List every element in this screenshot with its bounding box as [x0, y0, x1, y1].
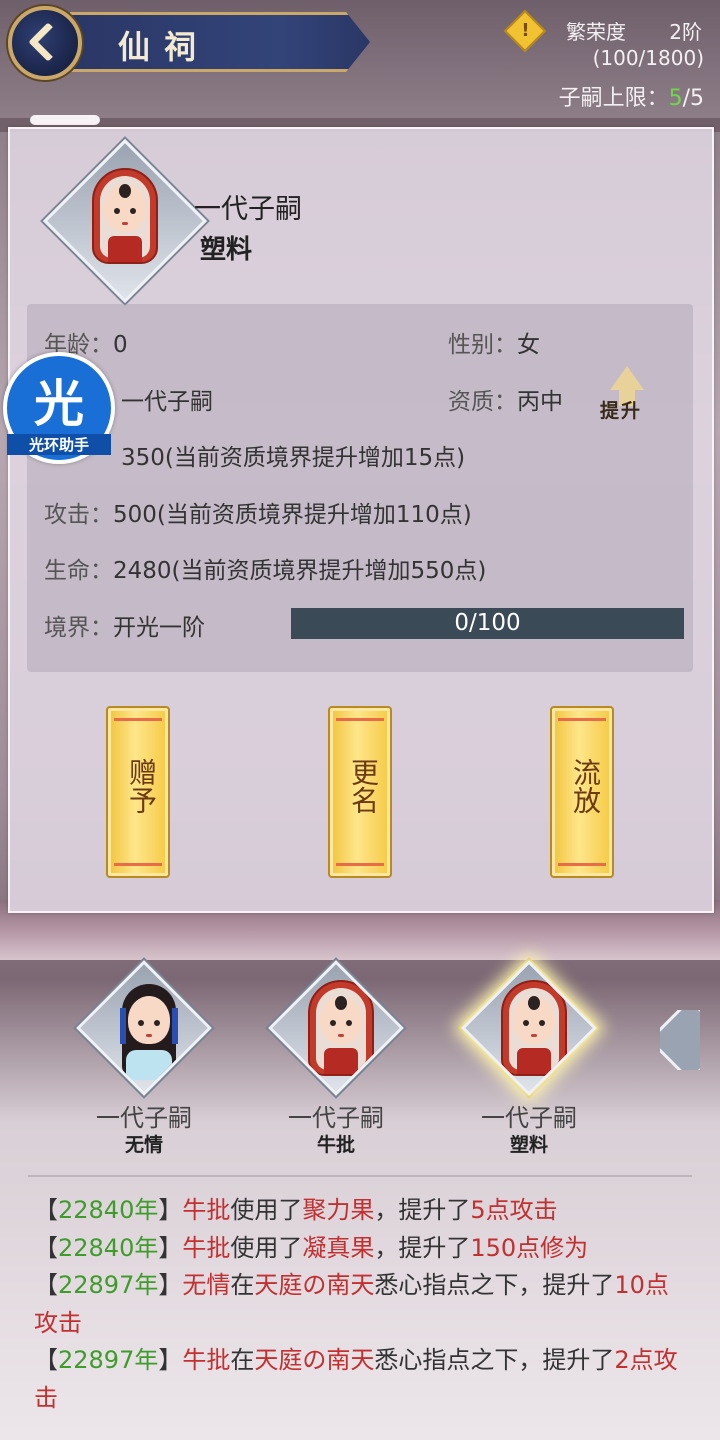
heir-limit: 子嗣上限：5/5: [559, 80, 704, 112]
roster-name: 一代子嗣: [288, 1104, 384, 1132]
log-heir: 无情: [182, 1271, 231, 1299]
log-year: 22840年: [58, 1233, 159, 1262]
attack-value: 500(当前资质境界提升增加110点): [113, 502, 472, 528]
hero-name: 一代子嗣: [194, 194, 302, 225]
exile-button[interactable]: 流放: [550, 706, 614, 878]
log-entry: 【22897年】牛批在天庭の南天悉心指点之下，提升了2点攻击: [34, 1346, 678, 1412]
log-year: 22897年: [58, 1271, 159, 1299]
log-item: 天庭の南天: [254, 1271, 375, 1299]
log-entry: 【22897年】无情在天庭の南天悉心指点之下，提升了10点攻击: [34, 1271, 669, 1337]
roster-nickname: 无情: [124, 1134, 163, 1156]
log-year: 22897年: [58, 1346, 159, 1374]
roster-nickname: 牛批: [316, 1134, 355, 1156]
upgrade-button[interactable]: 提升: [600, 366, 654, 422]
divider: [28, 1175, 692, 1177]
log-text: 在: [230, 1346, 255, 1374]
heir-portrait: [268, 960, 404, 1096]
gift-button[interactable]: 赠予: [106, 706, 170, 878]
gender-value: 女: [517, 332, 540, 358]
title-banner: [70, 12, 370, 72]
quality-row: 资质：丙中: [448, 382, 563, 416]
log-text: 悉心指点之下，提升了: [374, 1346, 615, 1374]
upgrade-label: 提升: [600, 400, 643, 422]
cultivation-value: 350(当前资质境界提升增加15点): [121, 445, 466, 471]
badge-glyph: 光: [34, 375, 84, 433]
heir-limit-max: /5: [682, 86, 704, 111]
roster-item[interactable]: 一代子嗣 无情: [76, 960, 212, 1170]
hero-nickname: 塑料: [200, 235, 253, 265]
hp-label: 生命：: [44, 558, 113, 584]
event-log: 【22840年】牛批使用了聚力果，提升了5点攻击 【22840年】牛批使用了凝真…: [34, 1192, 684, 1417]
heir-portrait: [76, 960, 212, 1096]
log-entry: 【22840年】牛批使用了聚力果，提升了5点攻击: [34, 1196, 558, 1224]
log-heir: 牛批: [182, 1346, 231, 1374]
exp-progress-bar: 0/100: [291, 608, 684, 639]
gift-label: 赠予: [125, 758, 158, 814]
realm-value: 开光一阶: [113, 615, 205, 641]
roster-item[interactable]: 一代子嗣 牛批: [268, 960, 404, 1170]
gender-label: 性别：: [448, 332, 517, 358]
attack-row: 攻击：500(当前资质境界提升增加110点): [44, 495, 472, 529]
roster-item-selected[interactable]: 一代子嗣 塑料: [461, 960, 597, 1170]
log-gain: 5点攻击: [470, 1196, 558, 1224]
log-text: ，提升了: [374, 1196, 471, 1224]
hp-value: 2480(当前资质境界提升增加550点): [113, 558, 487, 584]
realm-label: 境界：: [44, 615, 113, 641]
gender-row: 性别：女: [448, 325, 540, 359]
heir-limit-current: 5: [668, 86, 683, 111]
log-item: 凝真果: [302, 1233, 375, 1262]
age-value: 0: [113, 332, 128, 358]
exp-progress-text: 0/100: [454, 610, 521, 636]
rename-button[interactable]: 更名: [328, 706, 392, 878]
prosperity-value: (100/1800): [592, 46, 704, 70]
log-entry: 【22840年】牛批使用了凝真果，提升了150点修为: [34, 1233, 589, 1262]
exile-label: 流放: [569, 758, 602, 814]
rename-label: 更名: [347, 758, 380, 814]
prosperity-row: 繁荣度 2阶: [566, 16, 706, 45]
roster-name: 一代子嗣: [481, 1104, 577, 1132]
log-year: 22840年: [58, 1196, 159, 1224]
roster-nickname: 塑料: [509, 1134, 548, 1156]
prosperity-level: 2阶: [669, 20, 702, 44]
heir-limit-label: 子嗣上限：: [558, 86, 669, 111]
roster-name: 一代子嗣: [96, 1104, 192, 1132]
badge-label: 光环助手: [7, 434, 111, 455]
log-text: 悉心指点之下，提升了: [374, 1271, 615, 1299]
heir-portrait: [461, 960, 597, 1096]
attack-label: 攻击：: [44, 502, 113, 528]
roster-next-item[interactable]: [660, 1010, 700, 1070]
log-text: 使用了: [230, 1233, 303, 1262]
prosperity-label: 繁荣度: [566, 20, 626, 44]
panel-tab: [30, 115, 100, 125]
log-item: 聚力果: [302, 1196, 375, 1224]
log-gain: 150点修为: [470, 1233, 589, 1262]
log-text: 在: [230, 1271, 255, 1299]
quality-label: 资质：: [448, 389, 517, 415]
log-text: ，提升了: [374, 1233, 471, 1262]
back-button[interactable]: [8, 6, 82, 80]
log-heir: 牛批: [182, 1196, 231, 1224]
arrow-up-icon: [610, 366, 644, 390]
log-text: 使用了: [230, 1196, 303, 1224]
quality-value: 丙中: [517, 389, 563, 415]
chevron-left-icon: [28, 22, 68, 62]
halo-assistant-badge[interactable]: 光 光环助手: [3, 352, 115, 464]
page-title: 仙祠: [118, 28, 211, 66]
hp-row: 生命：2480(当前资质境界提升增加550点): [44, 551, 486, 585]
realm-row: 境界：开光一阶: [44, 608, 205, 642]
log-heir: 牛批: [182, 1233, 231, 1262]
generation-value: 一代子嗣: [121, 389, 213, 415]
log-item: 天庭の南天: [254, 1346, 375, 1374]
warning-icon[interactable]: !: [503, 9, 547, 53]
